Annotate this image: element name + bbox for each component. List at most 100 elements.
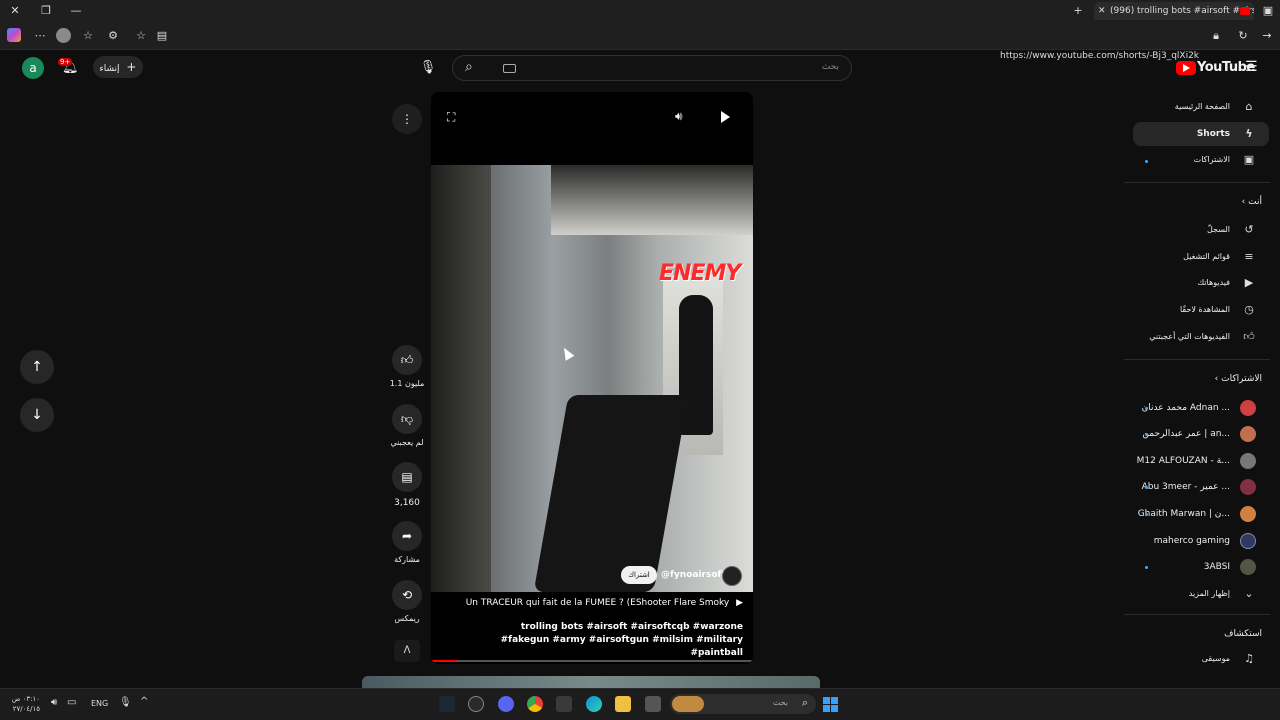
play-small-icon: ▶	[736, 598, 743, 608]
progress-fill	[431, 660, 457, 662]
refresh-icon[interactable]: ↻	[1235, 28, 1251, 44]
dislike-button[interactable]: 👎︎ لم يعجبني	[386, 404, 428, 447]
sidebar-item-history[interactable]: السجلّ ↺	[1120, 218, 1260, 242]
restore-window-icon[interactable]: ❐	[38, 3, 54, 19]
steam-icon[interactable]	[439, 696, 455, 712]
sidebar-item-label: الفيديوهات التي أعجبتني	[1149, 332, 1230, 341]
windows-start-icon[interactable]	[823, 697, 838, 712]
browser-tab[interactable]: ✕ (996) trolling bots #airsoft #airsoft	[1094, 2, 1254, 20]
sidebar-item-shorts[interactable]: Shorts ϟ	[1120, 122, 1260, 146]
sidebar-item-home[interactable]: الصفحة الرئيسية ⌂	[1120, 95, 1260, 119]
show-more-button[interactable]: إظهار المزيد ⌄	[1120, 582, 1260, 606]
fullscreen-icon[interactable]: ⛶	[447, 110, 455, 125]
subscription-item[interactable]: 3ABSI	[1120, 555, 1260, 579]
youtube-logo-icon[interactable]	[1176, 61, 1196, 75]
create-button[interactable]: إنشاء +	[93, 56, 143, 78]
app-window-icon[interactable]	[645, 696, 661, 712]
section-title: الاشتراكات	[1221, 374, 1262, 384]
subscription-item[interactable]: maherco gaming	[1120, 529, 1260, 553]
edge-icon[interactable]	[586, 696, 602, 712]
more-options-button[interactable]: ⋮	[392, 104, 422, 134]
channel-name[interactable]: @fynoairsoft	[661, 570, 726, 580]
next-short-preview[interactable]	[362, 676, 820, 688]
lock-icon[interactable]: 🔒︎	[1208, 28, 1224, 44]
sidebar-subscriptions-title[interactable]: ‹ الاشتراكات	[1190, 374, 1262, 384]
sidebar-item-music[interactable]: موسيقى ♫	[1120, 647, 1260, 671]
subscribe-button[interactable]: اشتراك	[621, 566, 657, 584]
chevron-left-icon: ‹	[1241, 197, 1246, 207]
new-content-dot	[1145, 433, 1148, 436]
enemy-overlay-text: ENEMY	[659, 261, 741, 286]
video-title-row[interactable]: Un TRACEUR qui fait de la FUMÉE ? (EShoo…	[451, 598, 743, 608]
copilot-icon[interactable]	[7, 28, 21, 42]
keyboard-icon[interactable]	[503, 64, 516, 73]
more-icon[interactable]: ⋯	[32, 28, 48, 44]
next-short-button[interactable]: ↓	[20, 398, 54, 432]
sound-thumbnail[interactable]: ᐱ	[394, 640, 420, 662]
subscription-item[interactable]: Abu 3meer - عمير ...	[1120, 475, 1260, 499]
subscription-item[interactable]: Ghaith Marwan | ن...	[1120, 502, 1260, 526]
sidebar-item-subscriptions[interactable]: الاشتراكات ▣	[1120, 148, 1260, 172]
network-tray-icon[interactable]: ▭	[67, 697, 76, 708]
play-icon[interactable]	[721, 111, 730, 123]
subscription-label: M12 ALFOUZAN - ﺔ...	[1136, 456, 1230, 466]
sidebar-item-watch-later[interactable]: المشاهدة لاحقًا ◷	[1120, 298, 1260, 322]
left-wall-shape	[431, 165, 491, 592]
channel-avatar[interactable]	[722, 566, 742, 586]
close-tab-icon[interactable]: ✕	[1098, 2, 1106, 20]
calculator-icon[interactable]	[556, 696, 572, 712]
search-box[interactable]: ⌕ بحث	[452, 55, 852, 81]
create-label: إنشاء	[99, 64, 120, 74]
close-window-icon[interactable]: ✕	[7, 3, 23, 19]
taskbar-search-box[interactable]: بحث ⌕	[670, 694, 816, 714]
like-button[interactable]: 👍︎ 1.1 مليون	[386, 345, 428, 388]
search-icon[interactable]: ⌕	[465, 59, 473, 75]
sidebar-item-label: فيديوهاتك	[1197, 278, 1230, 287]
show-hidden-icons-icon[interactable]: ^	[140, 696, 148, 707]
app-icon[interactable]	[468, 696, 484, 712]
subscription-label: محمد عدنان Adnan ...	[1141, 403, 1230, 413]
previous-short-button[interactable]: ↑	[20, 350, 54, 384]
new-content-dot	[1145, 486, 1148, 489]
profile-icon[interactable]	[56, 28, 71, 43]
share-button[interactable]: ➦ مشاركة	[386, 521, 428, 564]
thumbs-down-icon: 👎︎	[392, 404, 422, 434]
add-favorite-icon[interactable]: ☆	[133, 28, 149, 44]
voice-search-icon[interactable]: 🎙︎	[418, 58, 438, 78]
volume-tray-icon[interactable]: 🔊︎	[51, 697, 57, 708]
split-screen-icon[interactable]: ▤	[154, 28, 170, 44]
video-description[interactable]: trolling bots #airsoft #airsoftcqb #warz…	[471, 621, 743, 660]
favorites-bar-icon[interactable]: ☆	[80, 28, 96, 44]
subscription-item[interactable]: M12 ALFOUZAN - ﺔ...	[1120, 449, 1260, 473]
subscription-item[interactable]: محمد عدنان Adnan ...	[1120, 396, 1260, 420]
tab-actions-icon[interactable]: ▣	[1260, 3, 1276, 19]
shorts-icon: ϟ	[1245, 127, 1253, 140]
new-tab-icon[interactable]: +	[1070, 3, 1086, 19]
account-avatar[interactable]: a	[22, 57, 44, 79]
shorts-video-player[interactable]: ⛶ 🔊︎ ENEMY اشتراك @fynoairsoft Un TRACEU…	[431, 92, 753, 664]
sidebar-you-title[interactable]: ‹ أنت	[1210, 197, 1262, 207]
chrome-icon[interactable]	[527, 696, 543, 712]
sidebar-item-playlists[interactable]: قوائم التشغيل ≡	[1120, 245, 1260, 269]
extensions-icon[interactable]: ⚙	[105, 28, 121, 44]
volume-icon[interactable]: 🔊︎	[675, 109, 683, 124]
channel-avatar	[1240, 533, 1256, 549]
file-explorer-icon[interactable]	[615, 696, 631, 712]
subscription-item[interactable]: عمر عبدالرحمن | an...	[1120, 422, 1260, 446]
forward-icon[interactable]: →	[1259, 28, 1275, 44]
clock[interactable]: ٠٣:١٠ ص ٢٧/٠٤/١٥	[10, 694, 40, 714]
sidebar-item-label: الاشتراكات	[1193, 155, 1230, 164]
progress-track[interactable]	[431, 660, 753, 662]
remix-button[interactable]: ⟲ ريمكس	[386, 580, 428, 623]
microphone-tray-icon[interactable]: 🎙︎	[119, 697, 132, 708]
search-input[interactable]: بحث	[822, 62, 839, 72]
url-field[interactable]: https://www.youtube.com/shorts/-Bj3_qlXi…	[1000, 51, 1199, 61]
like-count: 1.1 مليون	[389, 379, 425, 388]
discord-icon[interactable]	[498, 696, 514, 712]
minimize-window-icon[interactable]: —	[68, 3, 84, 19]
comments-button[interactable]: ▤ 3,160	[386, 462, 428, 508]
sidebar-item-liked[interactable]: الفيديوهات التي أعجبتني 👍︎	[1120, 325, 1260, 349]
sidebar-item-your-videos[interactable]: فيديوهاتك ▶	[1120, 271, 1260, 295]
language-indicator[interactable]: ENG	[91, 699, 108, 708]
menu-icon[interactable]: ☰	[1245, 59, 1261, 75]
